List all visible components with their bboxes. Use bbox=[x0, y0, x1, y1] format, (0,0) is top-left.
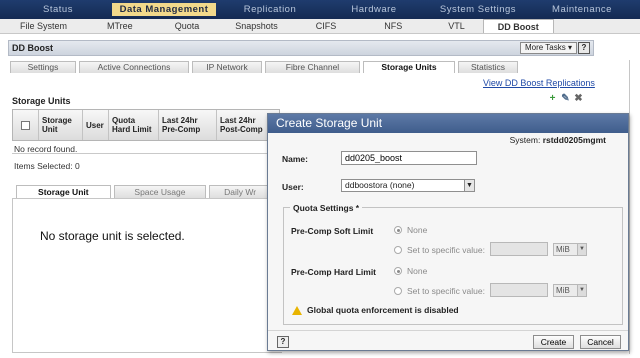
hard-limit-none-label: None bbox=[407, 266, 428, 276]
view-replications-link[interactable]: View DD Boost Replications bbox=[483, 78, 595, 88]
name-input[interactable] bbox=[341, 151, 477, 165]
column-storage-unit[interactable]: Storage Unit bbox=[39, 110, 83, 140]
detail-tabs: Storage Unit Space Usage Daily Wr bbox=[16, 185, 271, 198]
detail-pane bbox=[12, 198, 282, 353]
top-tab-maintenance[interactable]: Maintenance bbox=[530, 0, 634, 19]
quota-warning: Global quota enforcement is disabled bbox=[292, 305, 459, 315]
storage-units-title: Storage Units bbox=[12, 96, 71, 106]
select-all-checkbox[interactable] bbox=[21, 120, 30, 130]
radio-icon[interactable] bbox=[394, 246, 402, 254]
tab-statistics[interactable]: Statistics bbox=[458, 61, 518, 73]
chevron-down-icon[interactable]: ▼ bbox=[577, 244, 586, 255]
top-tab-replication[interactable]: Replication bbox=[218, 0, 322, 19]
sub-tab-vtl[interactable]: VTL bbox=[434, 19, 479, 33]
soft-limit-none-option[interactable]: None bbox=[394, 225, 427, 235]
dialog-title[interactable]: Create Storage Unit bbox=[268, 114, 628, 133]
top-tab-data-management[interactable]: Data Management bbox=[112, 3, 216, 16]
tab-fibre-channel[interactable]: Fibre Channel bbox=[265, 61, 360, 73]
sub-tab-nfs[interactable]: NFS bbox=[370, 19, 416, 33]
tab-ip-network[interactable]: IP Network bbox=[192, 61, 262, 73]
select-all-cell bbox=[13, 110, 39, 140]
edit-icon[interactable]: ✎ bbox=[560, 93, 571, 104]
hard-limit-specific-option[interactable]: Set to specific value: bbox=[394, 286, 485, 296]
sub-nav: File System MTree Quota Snapshots CIFS N… bbox=[0, 19, 640, 34]
delete-icon[interactable]: ✖ bbox=[573, 93, 584, 104]
hard-limit-value-input[interactable] bbox=[490, 283, 548, 297]
storage-units-toolbar: + ✎ ✖ bbox=[547, 93, 584, 104]
frame-border bbox=[629, 60, 630, 354]
create-storage-unit-dialog: Create Storage Unit System: rstdd0205mgm… bbox=[267, 113, 629, 351]
soft-limit-specific-label: Set to specific value: bbox=[407, 245, 485, 255]
create-button[interactable]: Create bbox=[533, 335, 574, 349]
dialog-help-button[interactable]: ? bbox=[277, 336, 289, 348]
system-label: System: bbox=[509, 135, 541, 145]
hard-limit-label: Pre-Comp Hard Limit bbox=[291, 267, 377, 277]
user-select-value: ddboostora (none) bbox=[345, 180, 415, 190]
add-icon[interactable]: + bbox=[547, 93, 558, 104]
hard-limit-none-option[interactable]: None bbox=[394, 266, 427, 276]
no-selection-message: No storage unit is selected. bbox=[40, 229, 185, 243]
items-selected-count: Items Selected: 0 bbox=[14, 161, 80, 171]
detail-tab-storage-unit[interactable]: Storage Unit bbox=[16, 185, 111, 198]
soft-limit-specific-option[interactable]: Set to specific value: bbox=[394, 245, 485, 255]
sub-tab-file-system[interactable]: File System bbox=[6, 19, 81, 33]
soft-limit-none-label: None bbox=[407, 225, 428, 235]
chevron-down-icon[interactable]: ▼ bbox=[577, 285, 586, 296]
radio-selected-icon[interactable] bbox=[394, 267, 402, 275]
hard-limit-unit-select[interactable]: MiB ▼ bbox=[553, 284, 587, 297]
sub-tab-snapshots[interactable]: Snapshots bbox=[221, 19, 292, 33]
no-record-text: No record found. bbox=[14, 144, 78, 154]
dialog-divider bbox=[268, 330, 628, 331]
top-tab-status[interactable]: Status bbox=[6, 0, 110, 19]
sub-tab-dd-boost[interactable]: DD Boost bbox=[482, 19, 554, 33]
soft-limit-value-input[interactable] bbox=[490, 242, 548, 256]
radio-selected-icon[interactable] bbox=[394, 226, 402, 234]
tab-active-connections[interactable]: Active Connections bbox=[79, 61, 189, 73]
system-value: rstdd0205mgmt bbox=[542, 135, 606, 145]
tab-storage-units[interactable]: Storage Units bbox=[363, 61, 455, 73]
name-label: Name: bbox=[282, 154, 308, 164]
quota-settings-legend: Quota Settings * bbox=[290, 203, 363, 213]
sub-tab-mtree[interactable]: MTree bbox=[93, 19, 147, 33]
hard-limit-specific-label: Set to specific value: bbox=[407, 286, 485, 296]
sub-tab-cifs[interactable]: CIFS bbox=[302, 19, 351, 33]
soft-limit-label: Pre-Comp Soft Limit bbox=[291, 226, 374, 236]
user-select[interactable]: ddboostora (none) ▼ bbox=[341, 179, 475, 192]
column-quota-hard-limit[interactable]: Quota Hard Limit bbox=[109, 110, 159, 140]
more-tasks-button[interactable]: More Tasks ▾ bbox=[520, 42, 577, 54]
top-nav: Status Data Management Replication Hardw… bbox=[0, 0, 640, 19]
section-title: DD Boost bbox=[8, 40, 594, 56]
top-tab-hardware[interactable]: Hardware bbox=[322, 0, 426, 19]
tab-settings[interactable]: Settings bbox=[10, 61, 76, 73]
help-button[interactable]: ? bbox=[578, 42, 590, 54]
soft-limit-unit-value: MiB bbox=[556, 245, 570, 254]
detail-tab-space-usage[interactable]: Space Usage bbox=[113, 185, 207, 198]
chevron-down-icon[interactable]: ▼ bbox=[464, 180, 474, 191]
storage-units-table-header: Storage Unit User Quota Hard Limit Last … bbox=[12, 109, 280, 141]
system-info: System: rstdd0205mgmt bbox=[510, 135, 606, 145]
warning-icon bbox=[292, 305, 302, 315]
soft-limit-unit-select[interactable]: MiB ▼ bbox=[553, 243, 587, 256]
column-user[interactable]: User bbox=[83, 110, 109, 140]
sub-tab-quota[interactable]: Quota bbox=[161, 19, 214, 33]
warning-text: Global quota enforcement is disabled bbox=[307, 305, 459, 315]
top-tab-system-settings[interactable]: System Settings bbox=[426, 0, 530, 19]
user-label: User: bbox=[282, 182, 304, 192]
cancel-button[interactable]: Cancel bbox=[580, 335, 621, 349]
radio-icon[interactable] bbox=[394, 287, 402, 295]
hard-limit-unit-value: MiB bbox=[556, 286, 570, 295]
detail-tab-daily-written[interactable]: Daily Wr bbox=[209, 185, 271, 198]
column-last-24hr-pre-comp[interactable]: Last 24hr Pre-Comp bbox=[159, 110, 217, 140]
inner-tabs: Settings Active Connections IP Network F… bbox=[10, 61, 595, 73]
